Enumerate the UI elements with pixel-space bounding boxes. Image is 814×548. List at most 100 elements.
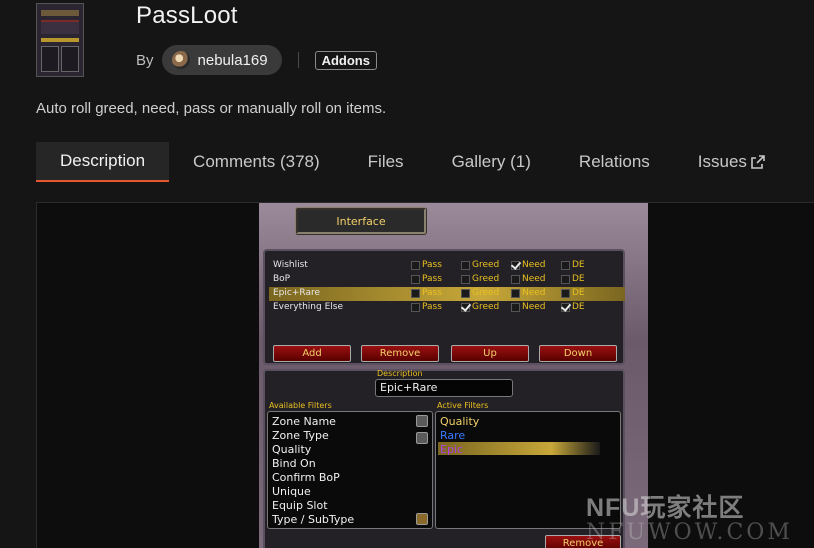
watermark: NFU玩家社区 xyxy=(586,494,745,522)
list-item[interactable]: Bind On xyxy=(272,457,316,470)
description-input[interactable]: Epic+Rare xyxy=(375,379,513,397)
greed-option[interactable]: Greed xyxy=(461,288,499,298)
option-label: DE xyxy=(572,274,585,284)
checkbox[interactable] xyxy=(411,288,420,298)
option-label: DE xyxy=(572,288,585,298)
available-filters-label: Available Filters xyxy=(269,401,332,410)
tab-label: Files xyxy=(367,152,404,171)
divider xyxy=(297,52,299,68)
project-thumbnail[interactable] xyxy=(36,3,84,77)
interface-header-label: Interface xyxy=(336,214,386,228)
tab-files[interactable]: Files xyxy=(344,142,428,182)
down-button[interactable]: Down xyxy=(539,345,617,362)
greed-option[interactable]: Greed xyxy=(461,302,499,312)
greed-option[interactable]: Greed xyxy=(461,260,499,270)
project-tabs: Description Comments (378) Files Gallery… xyxy=(36,142,814,182)
rule-name: Epic+Rare xyxy=(273,288,320,298)
need-option[interactable]: Need xyxy=(511,288,546,298)
list-item[interactable]: Rare xyxy=(440,429,465,442)
rule-name: BoP xyxy=(273,274,291,284)
author-link[interactable]: nebula169 xyxy=(161,45,282,75)
up-button[interactable]: Up xyxy=(451,345,529,362)
list-item[interactable]: Equip Slot xyxy=(272,499,328,512)
checkbox[interactable] xyxy=(461,302,470,312)
list-item[interactable]: Quality xyxy=(440,415,479,428)
checkbox[interactable] xyxy=(411,260,420,270)
option-label: Greed xyxy=(472,302,500,312)
checkbox[interactable] xyxy=(511,302,520,312)
description-label: Description xyxy=(377,369,423,378)
pass-option[interactable]: Pass xyxy=(411,260,442,270)
option-label: Greed xyxy=(472,274,500,284)
need-option[interactable]: Need xyxy=(511,260,546,270)
rule-row[interactable]: Wishlist Pass Greed Need DE xyxy=(269,259,625,273)
remove-rule-button[interactable]: Remove xyxy=(361,345,439,362)
checkbox[interactable] xyxy=(461,288,470,298)
project-summary: Auto roll greed, need, pass or manually … xyxy=(36,100,387,117)
scroll-down-icon[interactable] xyxy=(416,513,428,525)
option-label: Need xyxy=(522,260,546,270)
list-item[interactable]: Type / SubType xyxy=(272,513,354,526)
list-item[interactable]: Epic xyxy=(440,443,463,456)
pass-option[interactable]: Pass xyxy=(411,274,442,284)
option-label: DE xyxy=(572,260,585,270)
scroll-thumb[interactable] xyxy=(416,432,428,444)
author-name: nebula169 xyxy=(197,51,268,69)
checkbox[interactable] xyxy=(511,260,520,270)
option-label: Need xyxy=(522,302,546,312)
rule-row-selected[interactable]: Epic+Rare Pass Greed Need DE xyxy=(269,287,625,301)
tab-issues[interactable]: Issues xyxy=(674,142,789,182)
need-option[interactable]: Need xyxy=(511,274,546,284)
by-label: By xyxy=(136,51,154,69)
option-label: Need xyxy=(522,288,546,298)
tab-label: Comments (378) xyxy=(193,152,320,171)
tab-comments[interactable]: Comments (378) xyxy=(169,142,344,182)
rule-row[interactable]: BoP Pass Greed Need DE xyxy=(269,273,625,287)
list-item[interactable]: Unique xyxy=(272,485,311,498)
checkbox[interactable] xyxy=(411,302,420,312)
option-label: Pass xyxy=(422,302,442,312)
checkbox[interactable] xyxy=(561,274,570,284)
tab-gallery[interactable]: Gallery (1) xyxy=(428,142,555,182)
checkbox[interactable] xyxy=(561,302,570,312)
pass-option[interactable]: Pass xyxy=(411,288,442,298)
tab-label: Relations xyxy=(578,152,650,171)
checkbox[interactable] xyxy=(561,260,570,270)
project-title: PassLoot xyxy=(136,2,238,29)
thumbnail-detail xyxy=(41,38,79,42)
checkbox[interactable] xyxy=(461,274,470,284)
greed-option[interactable]: Greed xyxy=(461,274,499,284)
de-option[interactable]: DE xyxy=(561,302,585,312)
option-label: Greed xyxy=(472,260,500,270)
external-link-icon xyxy=(751,155,765,169)
category-tag[interactable]: Addons xyxy=(314,50,377,70)
checkbox[interactable] xyxy=(561,288,570,298)
de-option[interactable]: DE xyxy=(561,260,585,270)
de-option[interactable]: DE xyxy=(561,288,585,298)
tab-description[interactable]: Description xyxy=(36,142,170,182)
list-item[interactable]: Zone Name xyxy=(272,415,336,428)
thumbnail-detail xyxy=(41,46,59,72)
option-label: DE xyxy=(572,302,585,312)
rules-panel: Wishlist Pass Greed Need DE BoP Pass Gre… xyxy=(263,249,625,365)
checkbox[interactable] xyxy=(511,274,520,284)
rule-row[interactable]: Everything Else Pass Greed Need DE xyxy=(269,301,625,315)
scroll-up-icon[interactable] xyxy=(416,415,428,427)
add-button[interactable]: Add xyxy=(273,345,351,362)
available-filters-list[interactable]: Zone Name Zone Type Quality Bind On Conf… xyxy=(267,411,433,529)
list-item[interactable]: Confirm BoP xyxy=(272,471,340,484)
need-option[interactable]: Need xyxy=(511,302,546,312)
list-item[interactable]: Quality xyxy=(272,443,311,456)
avatar xyxy=(171,51,190,69)
checkbox[interactable] xyxy=(511,288,520,298)
option-label: Pass xyxy=(422,274,442,284)
author-row: By nebula169 Addons xyxy=(136,45,377,75)
rule-name: Everything Else xyxy=(273,302,344,312)
checkbox[interactable] xyxy=(411,274,420,284)
thumbnail-detail xyxy=(61,46,79,72)
pass-option[interactable]: Pass xyxy=(411,302,442,312)
tab-relations[interactable]: Relations xyxy=(555,142,674,182)
de-option[interactable]: DE xyxy=(561,274,585,284)
list-item[interactable]: Zone Type xyxy=(272,429,329,442)
checkbox[interactable] xyxy=(461,260,470,270)
